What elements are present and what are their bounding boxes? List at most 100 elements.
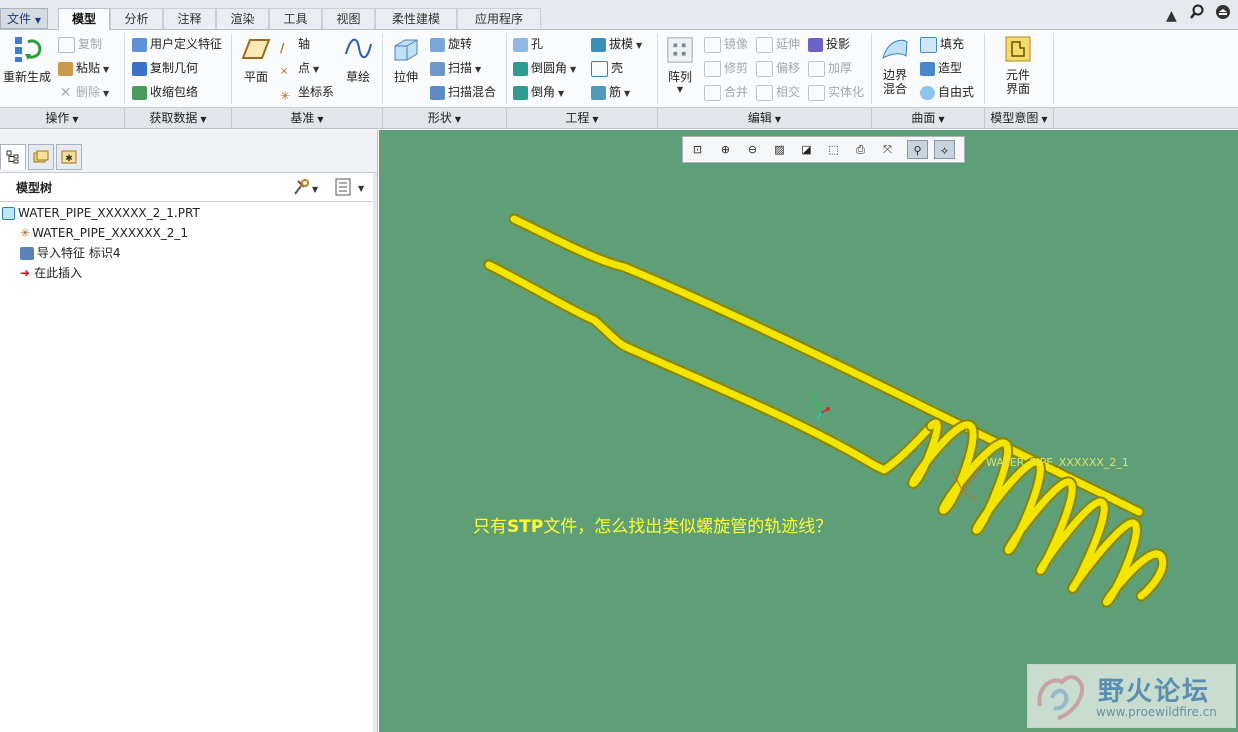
rib-button[interactable]: 筋 ▼ bbox=[591, 82, 630, 102]
group-operations[interactable]: 操作 ▼ bbox=[0, 108, 125, 128]
swept-blend-button[interactable]: 扫描混合 bbox=[430, 82, 496, 102]
pattern-button[interactable]: 阵列 ▼ bbox=[664, 36, 696, 94]
pipe-coil bbox=[907, 417, 1169, 608]
tab-render[interactable]: 渲染 bbox=[216, 8, 269, 29]
tab-analysis[interactable]: 分析 bbox=[110, 8, 163, 29]
ribbon-separator bbox=[124, 34, 125, 104]
tree-settings-icon[interactable]: ▼ bbox=[292, 178, 319, 199]
axis-icon: / bbox=[280, 40, 285, 55]
model-tree-tab[interactable] bbox=[0, 144, 26, 170]
view-manager-button[interactable]: ⎙ bbox=[850, 140, 871, 159]
watermark-url: www.proewildfire.cn bbox=[1096, 705, 1217, 719]
tab-applications[interactable]: 应用程序 bbox=[457, 8, 541, 29]
sweep-button[interactable]: 扫描 ▼ bbox=[430, 58, 481, 78]
group-shape[interactable]: 形状 ▼ bbox=[383, 108, 507, 128]
project-button[interactable]: 投影 bbox=[808, 34, 850, 54]
ribbon-separator bbox=[657, 34, 658, 104]
plane-button[interactable]: 平面 bbox=[238, 34, 274, 85]
solidify-button[interactable]: 实体化 bbox=[808, 82, 864, 102]
shell-icon bbox=[591, 60, 608, 77]
folder-browser-tab[interactable] bbox=[28, 144, 54, 170]
chevron-up-icon[interactable]: ▲ bbox=[1162, 7, 1180, 25]
spin-center-button[interactable]: ⚲ bbox=[907, 140, 928, 159]
zoom-in-button[interactable]: ⊕ bbox=[715, 140, 736, 159]
tree-item-import-feature[interactable]: 导入特征 标识4 bbox=[20, 243, 120, 263]
tree-item-part[interactable]: WATER_PIPE_XXXXXX_2_1.PRT bbox=[2, 203, 200, 223]
chamfer-icon bbox=[513, 85, 528, 100]
group-model-intent[interactable]: 模型意图 ▼ bbox=[985, 108, 1054, 128]
round-button[interactable]: 倒圆角 ▼ bbox=[513, 58, 576, 78]
shrinkwrap-button[interactable]: 收缩包络 bbox=[132, 82, 198, 102]
tree-scrollbar[interactable] bbox=[373, 173, 377, 732]
copy-geometry-button[interactable]: 复制几何 bbox=[132, 58, 198, 78]
sketch-button[interactable]: 草绘 bbox=[340, 34, 376, 85]
svg-text:▼: ▼ bbox=[358, 184, 365, 193]
regenerate-button[interactable]: 重新生成 bbox=[2, 34, 52, 85]
tab-view[interactable]: 视图 bbox=[322, 8, 375, 29]
freestyle-button[interactable]: 自由式 bbox=[920, 82, 974, 102]
refit-button[interactable]: ⊡ bbox=[687, 140, 708, 159]
group-get-data[interactable]: 获取数据 ▼ bbox=[125, 108, 232, 128]
pipe-model bbox=[483, 213, 1169, 608]
ribbon-separator bbox=[506, 34, 507, 104]
trim-button[interactable]: 修剪 bbox=[704, 58, 748, 78]
zoom-out-button[interactable]: ⊖ bbox=[742, 140, 763, 159]
intersect-button[interactable]: 相交 bbox=[756, 82, 800, 102]
chamfer-button[interactable]: 倒角 ▼ bbox=[513, 82, 564, 102]
repaint-button[interactable]: ▨ bbox=[769, 140, 790, 159]
group-engineering[interactable]: 工程 ▼ bbox=[507, 108, 658, 128]
csys-button[interactable]: ✳ 坐标系 bbox=[280, 82, 334, 103]
tab-tools[interactable]: 工具 bbox=[269, 8, 322, 29]
fill-button[interactable]: 填充 bbox=[920, 34, 964, 54]
tab-model[interactable]: 模型 bbox=[58, 8, 110, 31]
revolve-button[interactable]: 旋转 bbox=[430, 34, 472, 54]
extend-button[interactable]: 延伸 bbox=[756, 34, 800, 54]
tree-item-insert-here[interactable]: ➜ 在此插入 bbox=[20, 263, 82, 283]
tab-annotate[interactable]: 注释 bbox=[163, 8, 216, 29]
ribbon-separator bbox=[1053, 34, 1054, 104]
regenerate-icon bbox=[15, 37, 42, 62]
svg-text:▼: ▼ bbox=[312, 185, 318, 194]
component-interface-button[interactable]: 元件 界面 bbox=[998, 34, 1038, 96]
point-button[interactable]: × 点 ▼ bbox=[280, 58, 319, 78]
ribbon-group-bar: 操作 ▼ 获取数据 ▼ 基准 ▼ 形状 ▼ 工程 ▼ 编辑 ▼ 曲面 ▼ 模型意图 ▼ bbox=[0, 108, 1238, 129]
boundary-blend-button[interactable]: 边界 混合 bbox=[876, 34, 914, 96]
hole-button[interactable]: 孔 bbox=[513, 34, 543, 54]
copy-button[interactable]: 复制 bbox=[58, 34, 102, 54]
datum-display-button[interactable]: ⤧ bbox=[877, 140, 898, 159]
merge-button[interactable]: 合并 bbox=[704, 82, 748, 102]
mirror-button[interactable]: 镜像 bbox=[704, 34, 748, 54]
intersect-icon bbox=[756, 84, 773, 101]
thicken-button[interactable]: 加厚 bbox=[808, 58, 852, 78]
axis-button[interactable]: / 轴 bbox=[280, 34, 310, 55]
extend-icon bbox=[756, 36, 773, 53]
paste-button[interactable]: 粘贴 ▼ bbox=[58, 58, 109, 78]
style-button[interactable]: 造型 bbox=[920, 58, 962, 78]
graphics-window[interactable]: ⊡ ⊕ ⊖ ▨ ◪ ⬚ ⎙ ⤧ ⚲ ⟡ WATER_PIPE_XXXXXX_2_… bbox=[379, 130, 1238, 732]
search-icon[interactable] bbox=[1188, 4, 1206, 22]
file-menu[interactable]: 文件 ▼ bbox=[0, 8, 48, 29]
tab-flexible-modeling[interactable]: 柔性建模 bbox=[375, 8, 457, 29]
group-surfaces[interactable]: 曲面 ▼ bbox=[872, 108, 985, 128]
udf-button[interactable]: 用户定义特征 bbox=[132, 34, 222, 54]
navigator-tabs: ✱ bbox=[0, 130, 377, 173]
group-datum[interactable]: 基准 ▼ bbox=[232, 108, 383, 128]
draft-button[interactable]: 拔模 ▼ bbox=[591, 34, 642, 54]
favorites-icon: ✱ bbox=[61, 150, 77, 164]
favorites-tab[interactable]: ✱ bbox=[56, 144, 82, 170]
group-editing[interactable]: 编辑 ▼ bbox=[658, 108, 872, 128]
tree-item-csys[interactable]: ✳ WATER_PIPE_XXXXXX_2_1 bbox=[20, 223, 188, 243]
tree-filter-icon[interactable]: ▼ bbox=[334, 178, 366, 199]
annotation-display-button[interactable]: ⟡ bbox=[934, 140, 955, 159]
extrude-icon bbox=[394, 39, 418, 61]
extrude-button[interactable]: 拉伸 bbox=[388, 34, 424, 85]
saved-orientations-button[interactable]: ⬚ bbox=[823, 140, 844, 159]
delete-button[interactable]: ✕ 删除 ▼ bbox=[58, 82, 110, 102]
help-icon[interactable] bbox=[1214, 4, 1232, 22]
shell-button[interactable]: 壳 bbox=[591, 58, 623, 78]
fill-icon bbox=[920, 36, 937, 53]
import-feature-icon bbox=[20, 247, 34, 260]
sketch-icon bbox=[345, 38, 372, 59]
display-style-button[interactable]: ◪ bbox=[796, 140, 817, 159]
offset-button[interactable]: 偏移 bbox=[756, 58, 800, 78]
